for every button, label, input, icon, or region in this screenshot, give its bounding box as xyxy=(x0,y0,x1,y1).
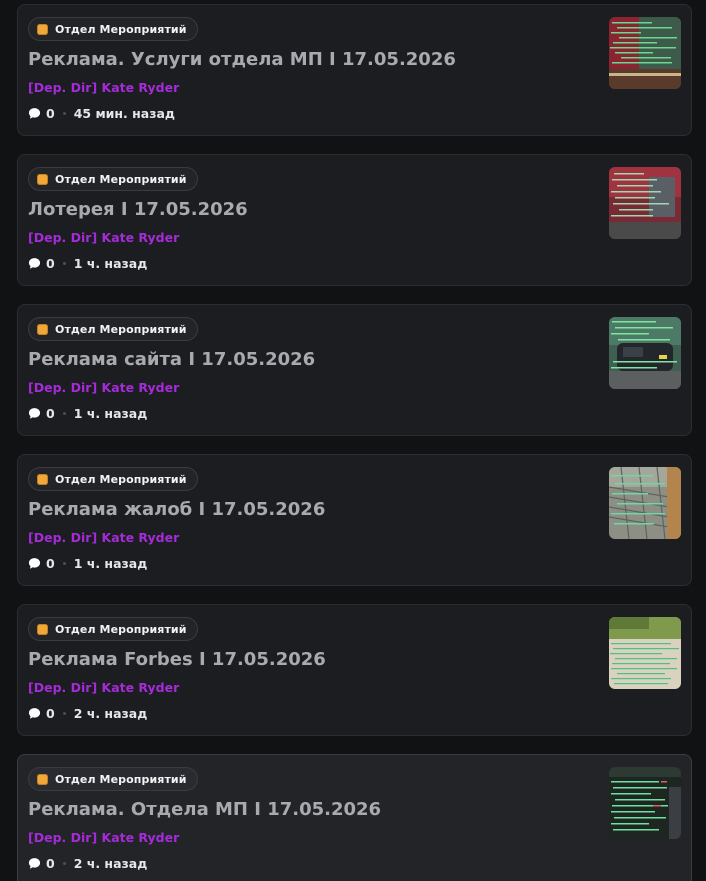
category-tag[interactable]: Отдел Мероприятий xyxy=(28,617,198,641)
post-title[interactable]: Реклама. Услуги отдела МП I 17.05.2026 xyxy=(28,49,456,70)
post-thumbnail[interactable] xyxy=(609,467,681,539)
post-thumbnail[interactable] xyxy=(609,317,681,389)
category-tag[interactable]: Отдел Мероприятий xyxy=(28,467,198,491)
category-label: Отдел Мероприятий xyxy=(55,172,187,186)
post-author[interactable]: [Dep. Dir] Kate Ryder xyxy=(28,380,179,395)
separator-dot xyxy=(62,262,66,265)
post-meta: 0 1 ч. назад xyxy=(28,256,147,271)
category-label: Отдел Мероприятий xyxy=(55,22,187,36)
separator-dot xyxy=(62,712,66,715)
post-author[interactable]: [Dep. Dir] Kate Ryder xyxy=(28,530,179,545)
post-meta: 0 1 ч. назад xyxy=(28,556,147,571)
orange-square-icon xyxy=(37,773,48,785)
post-meta: 0 2 ч. назад xyxy=(28,706,147,721)
category-tag[interactable]: Отдел Мероприятий xyxy=(28,17,198,41)
post-time: 1 ч. назад xyxy=(73,556,148,571)
comment-count: 0 xyxy=(46,406,55,421)
category-tag[interactable]: Отдел Мероприятий xyxy=(28,317,198,341)
separator-dot xyxy=(62,112,66,115)
post-card[interactable]: Отдел Мероприятий Реклама. Услуги отдела… xyxy=(17,4,692,136)
post-author[interactable]: [Dep. Dir] Kate Ryder xyxy=(28,80,179,95)
category-tag[interactable]: Отдел Мероприятий xyxy=(28,167,198,191)
post-title[interactable]: Реклама сайта I 17.05.2026 xyxy=(28,349,315,370)
comment-count: 0 xyxy=(46,256,55,271)
comment-count: 0 xyxy=(46,856,55,871)
post-time: 2 ч. назад xyxy=(73,856,148,871)
orange-square-icon xyxy=(37,473,48,485)
post-title[interactable]: Реклама Forbes I 17.05.2026 xyxy=(28,649,326,670)
post-meta: 0 1 ч. назад xyxy=(28,406,147,421)
post-author[interactable]: [Dep. Dir] Kate Ryder xyxy=(28,680,179,695)
comment-count: 0 xyxy=(46,106,55,121)
category-tag[interactable]: Отдел Мероприятий xyxy=(28,767,198,791)
orange-square-icon xyxy=(37,323,48,335)
post-card[interactable]: Отдел Мероприятий Реклама сайта I 17.05.… xyxy=(17,304,692,436)
post-author[interactable]: [Dep. Dir] Kate Ryder xyxy=(28,230,179,245)
speech-bubble-icon xyxy=(28,408,41,419)
separator-dot xyxy=(62,562,66,565)
speech-bubble-icon xyxy=(28,108,41,119)
category-label: Отдел Мероприятий xyxy=(55,622,187,636)
speech-bubble-icon xyxy=(28,708,41,719)
post-meta: 0 2 ч. назад xyxy=(28,856,147,871)
post-thumbnail[interactable] xyxy=(609,767,681,839)
separator-dot xyxy=(62,412,66,415)
post-title[interactable]: Реклама жалоб I 17.05.2026 xyxy=(28,499,325,520)
post-thumbnail[interactable] xyxy=(609,617,681,689)
orange-square-icon xyxy=(37,173,48,185)
post-card[interactable]: Отдел Мероприятий Реклама Forbes I 17.05… xyxy=(17,604,692,736)
speech-bubble-icon xyxy=(28,258,41,269)
post-card[interactable]: Отдел Мероприятий Лотерея I 17.05.2026 [… xyxy=(17,154,692,286)
comment-count: 0 xyxy=(46,556,55,571)
post-title[interactable]: Лотерея I 17.05.2026 xyxy=(28,199,248,220)
post-time: 45 мин. назад xyxy=(73,106,176,121)
orange-square-icon xyxy=(37,23,48,35)
speech-bubble-icon xyxy=(28,558,41,569)
post-time: 1 ч. назад xyxy=(73,406,148,421)
forum-post-list: Отдел Мероприятий Реклама. Услуги отдела… xyxy=(0,0,706,881)
category-label: Отдел Мероприятий xyxy=(55,772,187,786)
separator-dot xyxy=(62,862,66,865)
post-thumbnail[interactable] xyxy=(609,167,681,239)
post-time: 1 ч. назад xyxy=(73,256,148,271)
category-label: Отдел Мероприятий xyxy=(55,322,187,336)
post-thumbnail[interactable] xyxy=(609,17,681,89)
post-meta: 0 45 мин. назад xyxy=(28,106,175,121)
comment-count: 0 xyxy=(46,706,55,721)
post-author[interactable]: [Dep. Dir] Kate Ryder xyxy=(28,830,179,845)
category-label: Отдел Мероприятий xyxy=(55,472,187,486)
post-card[interactable]: Отдел Мероприятий Реклама жалоб I 17.05.… xyxy=(17,454,692,586)
orange-square-icon xyxy=(37,623,48,635)
post-title[interactable]: Реклама. Отдела МП I 17.05.2026 xyxy=(28,799,381,820)
post-time: 2 ч. назад xyxy=(73,706,148,721)
post-card[interactable]: Отдел Мероприятий Реклама. Отдела МП I 1… xyxy=(17,754,692,881)
speech-bubble-icon xyxy=(28,858,41,869)
